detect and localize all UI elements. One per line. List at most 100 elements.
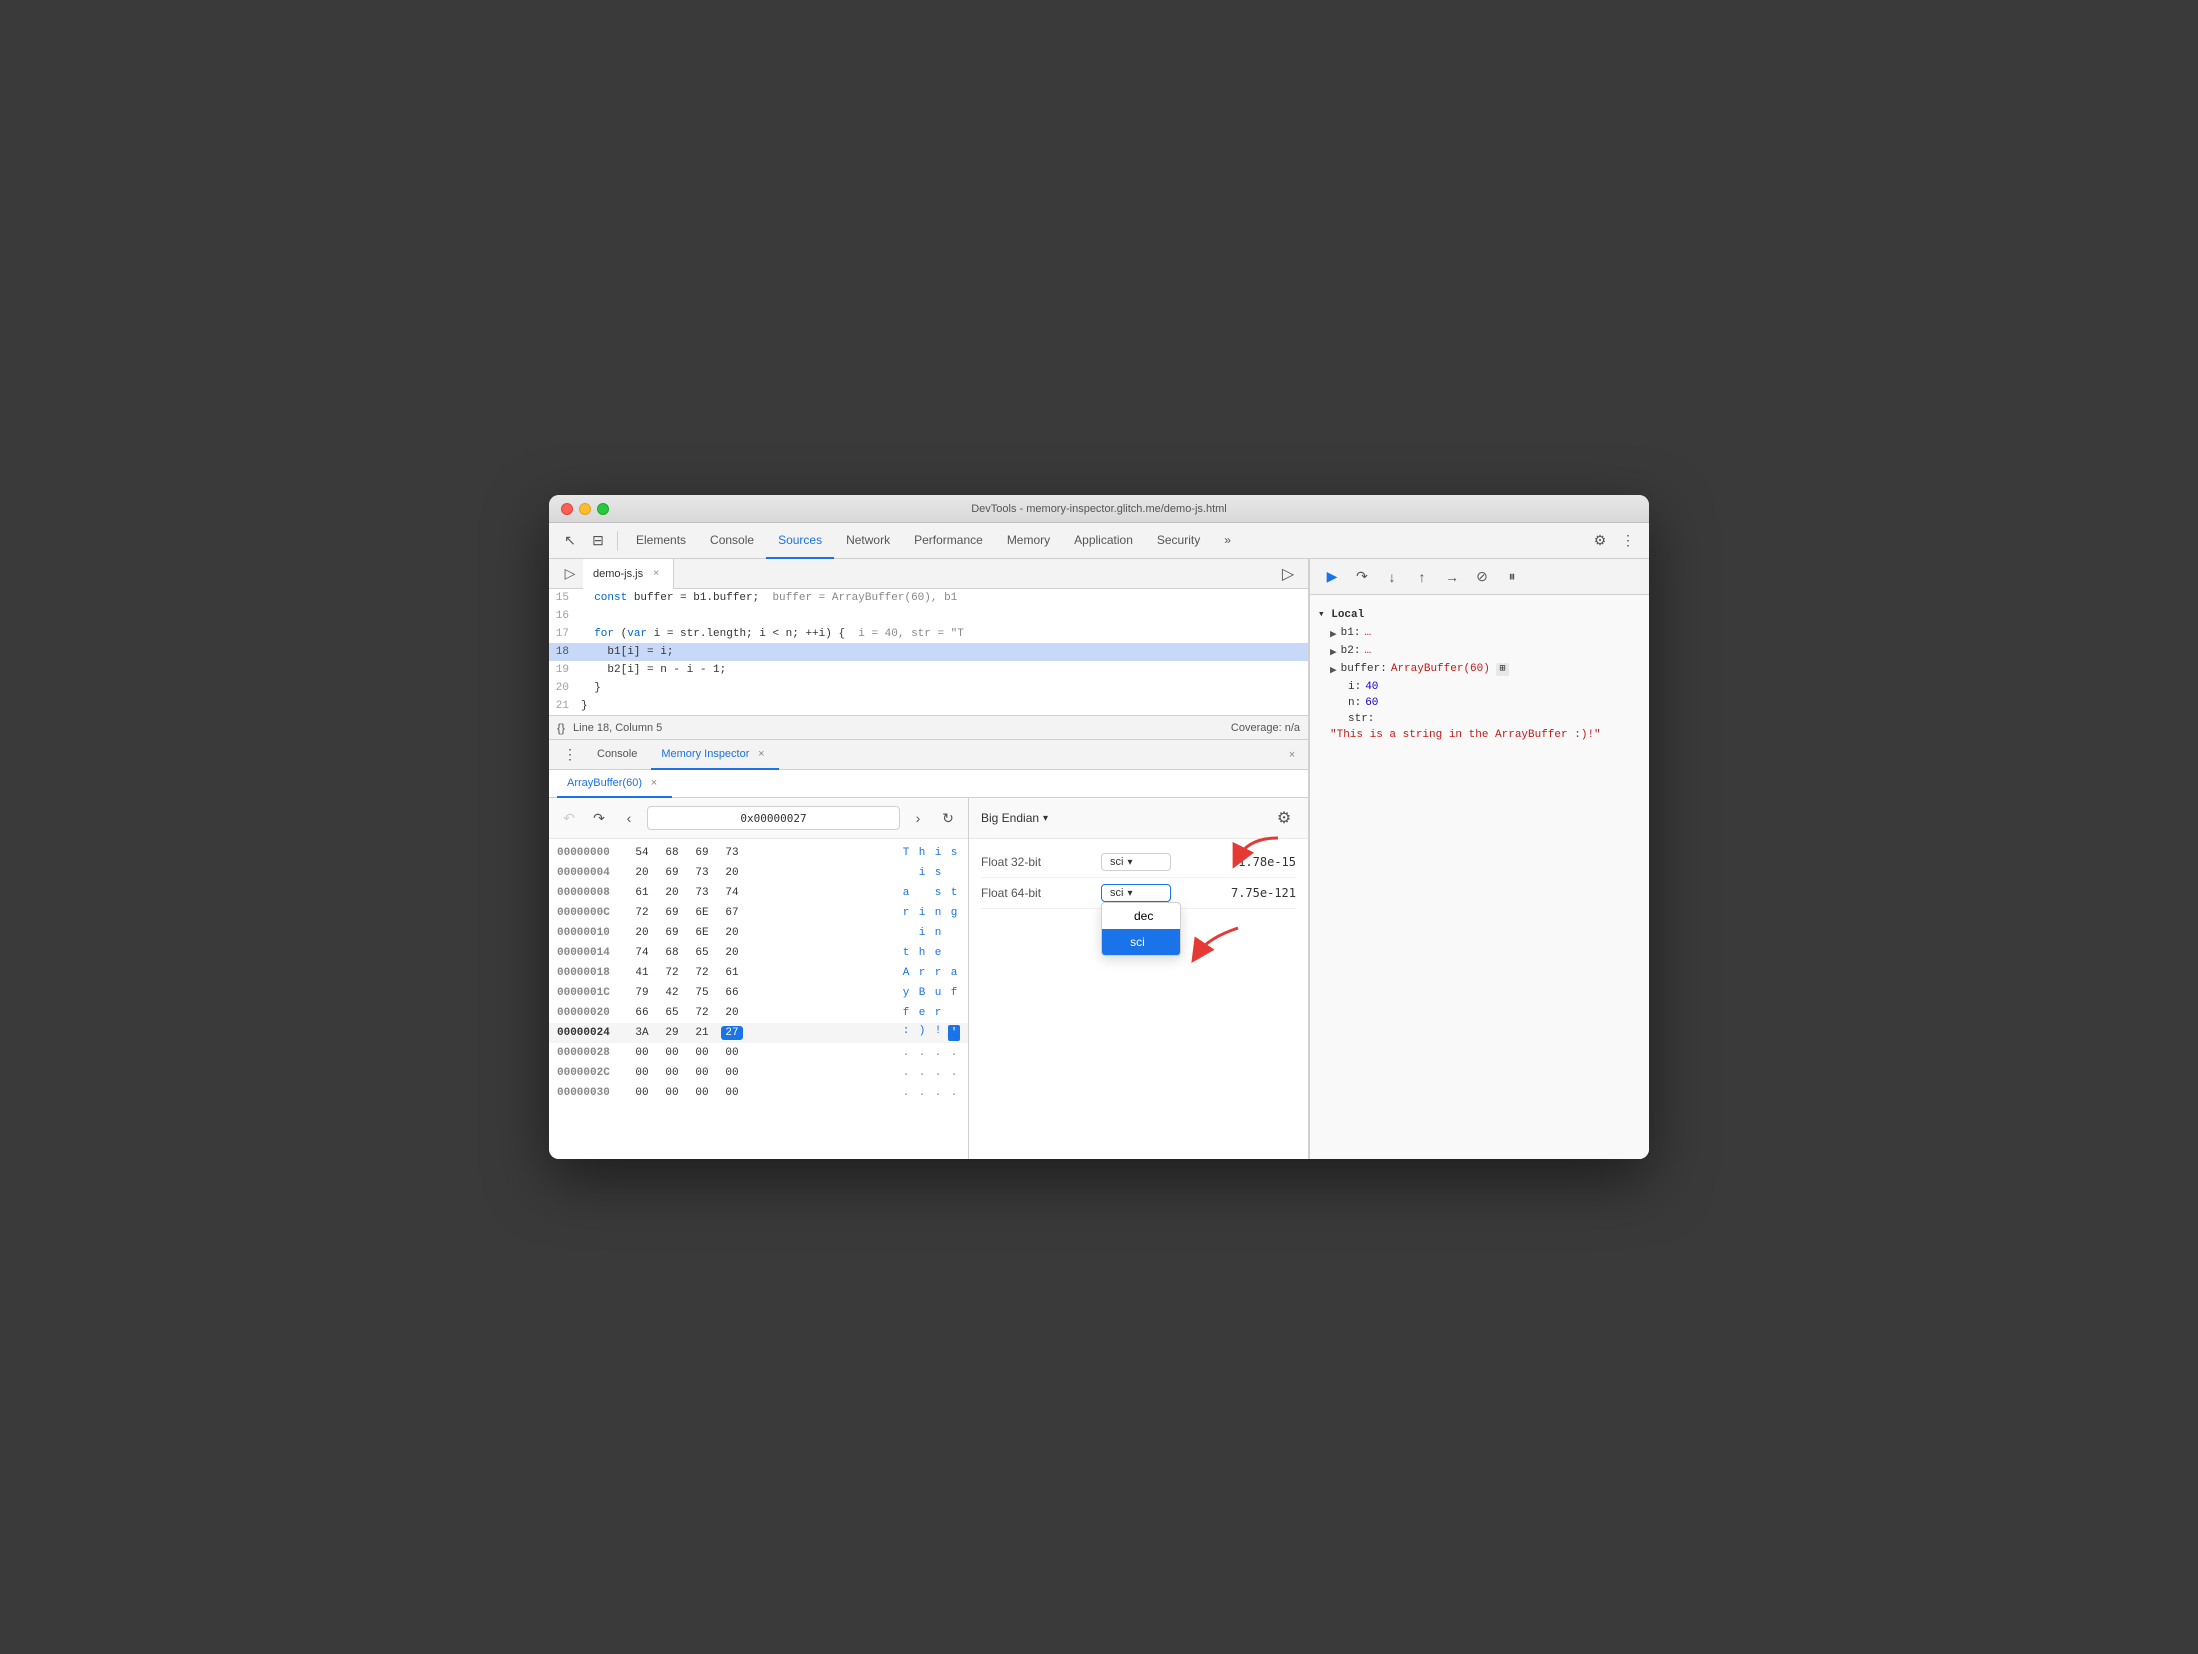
memory-content: ↶ ↷ ‹ › ↻ 0000000	[549, 798, 1308, 1159]
option-sci[interactable]: ✓ sci	[1102, 929, 1180, 955]
debug-toolbar: ▶ ↷ ↓ ↑ → ⊘ ⏸	[1310, 559, 1649, 595]
memory-inspector: ArrayBuffer(60) × ↶ ↷ ‹	[549, 770, 1308, 1159]
browser-window: DevTools - memory-inspector.glitch.me/de…	[549, 495, 1649, 1159]
tab-security[interactable]: Security	[1145, 523, 1212, 559]
hex-row-2c: 0000002C 00 00 00 00 .	[549, 1063, 968, 1083]
tab-console-bottom[interactable]: Console	[587, 740, 647, 770]
hex-row-4: 00000004 20 69 73 20	[549, 863, 968, 883]
local-scope-header[interactable]: ▾ Local	[1318, 603, 1641, 625]
sources-panel-icon[interactable]: ▷	[557, 561, 583, 587]
hex-row-24: 00000024 3A 29 21 27 :	[549, 1023, 968, 1043]
address-input[interactable]	[647, 806, 900, 830]
tab-elements[interactable]: Elements	[624, 523, 698, 559]
run-snippet-button[interactable]: ▷	[1276, 562, 1300, 586]
refresh-button[interactable]: ↻	[936, 806, 960, 830]
bottom-panel: ⋮ Console Memory Inspector × ×	[549, 739, 1308, 1159]
minimize-button[interactable]	[579, 503, 591, 515]
step-over-button[interactable]: ↷	[1348, 563, 1376, 591]
more-options-icon[interactable]: ⋮	[1615, 528, 1641, 554]
step-into-button[interactable]: ↓	[1378, 563, 1406, 591]
hex-row-8: 00000008 61 20 73 74 a	[549, 883, 968, 903]
toolbar-right: ⚙ ⋮	[1587, 528, 1641, 554]
status-bar: {} Line 18, Column 5 Coverage: n/a	[549, 715, 1308, 739]
bottom-panel-close[interactable]: ×	[1284, 747, 1300, 763]
code-line-17: 17 for (var i = str.length; i < n; ++i) …	[549, 625, 1308, 643]
expand-buffer[interactable]: ▶	[1330, 663, 1337, 677]
array-buffer-close[interactable]: ×	[646, 775, 662, 791]
file-close-button[interactable]: ×	[649, 567, 663, 581]
float32-label: Float 32-bit	[981, 855, 1101, 869]
float64-format-select[interactable]: sci ▾	[1101, 884, 1171, 902]
right-panel: ▶ ↷ ↓ ↑ → ⊘ ⏸ ▾ Local ▶ b1: …	[1309, 559, 1649, 1159]
hex-row-c: 0000000C 72 69 6E 67 r	[549, 903, 968, 923]
code-line-15: 15 const buffer = b1.buffer; buffer = Ar…	[549, 589, 1308, 607]
tab-network[interactable]: Network	[834, 523, 902, 559]
endian-chevron: ▾	[1043, 813, 1048, 824]
close-button[interactable]	[561, 503, 573, 515]
braces-icon: {}	[557, 721, 565, 735]
float32-row: Float 32-bit sci ▾ 1.78e-15	[981, 847, 1296, 878]
hex-row-18: 00000018 41 72 72 61 A	[549, 963, 968, 983]
expand-b1[interactable]: ▶	[1330, 627, 1337, 641]
float64-label: Float 64-bit	[981, 886, 1101, 900]
array-buffer-tab[interactable]: ArrayBuffer(60) ×	[557, 770, 672, 798]
top-toolbar: ↖ ⊟ Elements Console Sources Network Per…	[549, 523, 1649, 559]
device-icon[interactable]: ⊟	[585, 528, 611, 554]
hex-row-0: 00000000 54 68 69 73 T	[549, 843, 968, 863]
coverage-status: Coverage: n/a	[1231, 722, 1300, 734]
traffic-lights	[561, 503, 609, 515]
nav-prev-button[interactable]: ‹	[617, 806, 641, 830]
format-dropdown: dec ✓ sci	[1101, 902, 1181, 956]
settings-icon[interactable]: ⚙	[1587, 528, 1613, 554]
scope-buffer: ▶ buffer: ArrayBuffer(60) ⊞	[1318, 661, 1641, 679]
tab-console[interactable]: Console	[698, 523, 766, 559]
filename: demo-js.js	[593, 568, 643, 580]
code-line-16: 16	[549, 607, 1308, 625]
memory-inspector-close[interactable]: ×	[753, 746, 769, 762]
endian-selector[interactable]: Big Endian ▾	[981, 811, 1048, 825]
pause-button[interactable]: ⏸	[1498, 563, 1526, 591]
float32-value: 1.78e-15	[1238, 855, 1296, 869]
scope-i: i: 40	[1318, 679, 1641, 695]
float64-value: 7.75e-121	[1231, 886, 1296, 900]
expand-b2[interactable]: ▶	[1330, 645, 1337, 659]
code-line-19: 19 b2[i] = n - i - 1;	[549, 661, 1308, 679]
tab-memory[interactable]: Memory	[995, 523, 1062, 559]
tab-more[interactable]: »	[1212, 523, 1243, 559]
maximize-button[interactable]	[597, 503, 609, 515]
tab-memory-inspector[interactable]: Memory Inspector ×	[651, 740, 779, 770]
bottom-panel-toggle[interactable]: ⋮	[557, 742, 583, 768]
editor-toolbar: ▷ demo-js.js × ▷	[549, 559, 1308, 589]
float64-format: sci ▾ dec	[1101, 884, 1171, 902]
option-dec[interactable]: dec	[1102, 903, 1180, 929]
hex-row-20: 00000020 66 65 72 20 f	[549, 1003, 968, 1023]
step-out-button[interactable]: ↑	[1408, 563, 1436, 591]
step-button[interactable]: →	[1438, 563, 1466, 591]
inspector-toolbar: Big Endian ▾ ⚙	[969, 798, 1308, 839]
file-tab[interactable]: demo-js.js ×	[583, 559, 674, 589]
float64-row: Float 64-bit sci ▾	[981, 878, 1296, 909]
window-title: DevTools - memory-inspector.glitch.me/de…	[971, 503, 1227, 515]
float32-format-select[interactable]: sci ▾	[1101, 853, 1171, 871]
code-editor: 15 const buffer = b1.buffer; buffer = Ar…	[549, 589, 1308, 715]
tab-performance[interactable]: Performance	[902, 523, 995, 559]
cursor-icon[interactable]: ↖	[557, 528, 583, 554]
code-line-18: 18 b1[i] = i;	[549, 643, 1308, 661]
nav-back-button[interactable]: ↶	[557, 806, 581, 830]
separator	[617, 531, 618, 551]
inspector-rows: Float 32-bit sci ▾ 1.78e-15	[969, 839, 1308, 1159]
hex-rows: 00000000 54 68 69 73 T	[549, 839, 968, 1159]
inspector-settings-button[interactable]: ⚙	[1272, 806, 1296, 830]
tab-sources[interactable]: Sources	[766, 523, 834, 559]
float32-chevron: ▾	[1127, 857, 1132, 868]
check-icon: ✓	[1114, 935, 1124, 949]
scope-b1: ▶ b1: …	[1318, 625, 1641, 643]
nav-next-button[interactable]: ›	[906, 806, 930, 830]
hex-row-30: 00000030 00 00 00 00 .	[549, 1083, 968, 1103]
debug-panel: ▾ Local ▶ b1: … ▶ b2: … ▶ buffer:	[1310, 595, 1649, 1159]
deactivate-button[interactable]: ⊘	[1468, 563, 1496, 591]
nav-forward-button[interactable]: ↷	[587, 806, 611, 830]
resume-button[interactable]: ▶	[1318, 563, 1346, 591]
tab-application[interactable]: Application	[1062, 523, 1145, 559]
titlebar: DevTools - memory-inspector.glitch.me/de…	[549, 495, 1649, 523]
